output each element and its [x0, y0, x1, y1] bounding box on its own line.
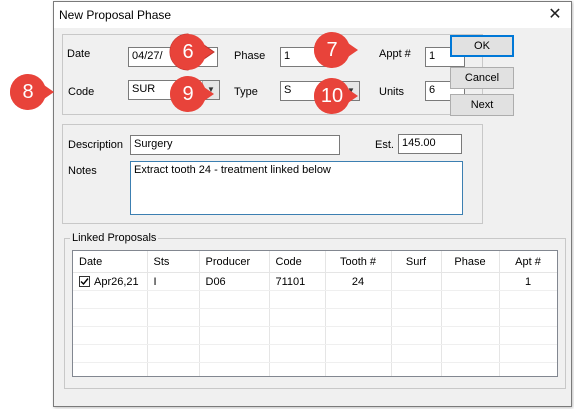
notes-value: Extract tooth 24 - treatment linked belo…: [134, 164, 331, 176]
description-value: Surgery: [134, 138, 173, 150]
date-value: 04/27/: [132, 50, 163, 62]
phase-label: Phase: [234, 50, 266, 62]
code-label: Code: [68, 86, 95, 98]
callout-number-6: 6: [182, 41, 194, 63]
ok-button[interactable]: OK: [450, 35, 514, 57]
type-value: S: [284, 84, 292, 96]
callout-badge-9: 9: [168, 74, 214, 114]
row-apt: 1: [499, 272, 557, 291]
callout-badge-6: 6: [168, 32, 215, 72]
window-title: New Proposal Phase: [59, 8, 172, 22]
close-icon[interactable]: ✕: [539, 2, 571, 28]
callout-number-9: 9: [182, 83, 194, 105]
linked-proposals-table[interactable]: Date Sts Producer Code Tooth # Surf Phas…: [72, 250, 558, 377]
callout-number-10: 10: [320, 85, 344, 107]
column-header-sts[interactable]: Sts: [147, 251, 200, 273]
row-sts: I: [147, 272, 200, 291]
units-value: 6: [429, 84, 436, 96]
description-field[interactable]: Surgery: [130, 135, 340, 155]
column-header-date[interactable]: Date: [73, 251, 148, 273]
table-row: [73, 362, 557, 376]
column-header-code[interactable]: Code: [269, 251, 326, 273]
description-label: Description: [68, 139, 124, 151]
callout-badge-8: 8: [8, 72, 54, 112]
column-header-apt[interactable]: Apt #: [499, 251, 557, 273]
row-date-cell: Apr26,21: [73, 272, 148, 291]
cancel-button[interactable]: Cancel: [450, 67, 514, 89]
table-row: [73, 308, 557, 327]
table-header-row: Date Sts Producer Code Tooth # Surf Phas…: [73, 251, 557, 273]
row-producer: D06: [199, 272, 270, 291]
next-button[interactable]: Next: [450, 94, 514, 116]
notes-label: Notes: [68, 165, 97, 177]
type-label: Type: [234, 86, 258, 98]
appt-value: 1: [429, 50, 436, 62]
units-label: Units: [379, 86, 405, 98]
callout-number-7: 7: [326, 39, 338, 61]
date-label: Date: [67, 48, 91, 60]
row-code: 71101: [269, 272, 326, 291]
callout-badge-7: 7: [312, 30, 358, 70]
row-tooth: 24: [325, 272, 392, 291]
table-row: [73, 344, 557, 363]
link-checkbox[interactable]: [79, 275, 90, 287]
row-phase: [441, 272, 500, 291]
table-row: [73, 290, 557, 309]
callout-number-8: 8: [22, 81, 34, 103]
callout-badge-10: 10: [312, 76, 358, 116]
code-value: SUR: [132, 83, 156, 95]
column-header-producer[interactable]: Producer: [199, 251, 270, 273]
notes-textarea[interactable]: Extract tooth 24 - treatment linked belo…: [130, 161, 463, 215]
column-header-surf[interactable]: Surf: [391, 251, 442, 273]
est-label: Est.: [375, 139, 394, 151]
appt-label: Appt #: [379, 48, 411, 60]
row-surf: [391, 272, 442, 291]
column-header-phase[interactable]: Phase: [441, 251, 500, 273]
title-bar: New Proposal Phase ✕: [54, 2, 571, 28]
phase-value: 1: [284, 50, 291, 62]
header-fields-group: [62, 34, 483, 115]
linked-proposals-legend: Linked Proposals: [70, 232, 159, 244]
row-date: Apr26,21: [94, 275, 139, 288]
table-row[interactable]: Apr26,21 I D06 71101 24 1: [73, 272, 557, 291]
est-field[interactable]: 145.00: [398, 134, 462, 154]
est-value: 145.00: [402, 137, 436, 149]
table-row: [73, 326, 557, 345]
column-header-tooth[interactable]: Tooth #: [325, 251, 392, 273]
